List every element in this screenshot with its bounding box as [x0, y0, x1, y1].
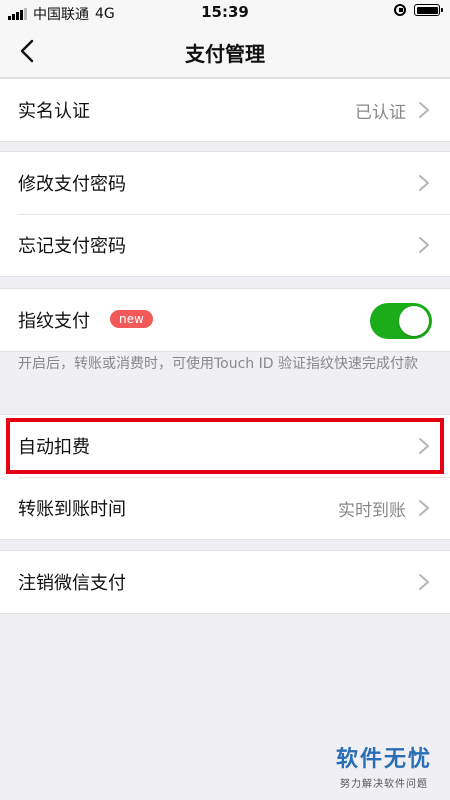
row-cancel-wechat-pay[interactable]: 注销微信支付 — [0, 551, 450, 613]
battery-icon — [414, 4, 443, 16]
chevron-right-icon — [419, 102, 429, 118]
row-fingerprint-pay: 指纹支付 new — [0, 289, 450, 351]
chevron-right-icon — [419, 574, 429, 590]
row-transfer-time[interactable]: 转账到账时间 实时到账 — [0, 477, 450, 539]
watermark-title: 软件无忧 — [335, 747, 432, 772]
row-real-name[interactable]: 实名认证 已认证 — [0, 79, 450, 141]
row-label: 实名认证 — [18, 101, 90, 122]
group-identity: 实名认证 已认证 — [0, 78, 450, 142]
row-label: 注销微信支付 — [18, 573, 126, 594]
group-password: 修改支付密码 忘记支付密码 — [0, 151, 450, 277]
watermark-subtitle: 努力解决软件问题 — [340, 779, 428, 790]
group-cancel: 注销微信支付 — [0, 550, 450, 614]
status-bar: 中国联通 4G 15:39 — [0, 0, 450, 24]
nav-bar: 支付管理 — [0, 24, 450, 78]
toggle-knob — [399, 306, 429, 336]
group-payment-settings: 自动扣费 转账到账时间 实时到账 — [0, 414, 450, 540]
row-change-password[interactable]: 修改支付密码 — [0, 152, 450, 214]
chevron-right-icon — [419, 438, 429, 454]
chevron-right-icon — [419, 237, 429, 253]
watermark: 软件无忧 努力解决软件问题 — [330, 741, 438, 790]
row-label: 自动扣费 — [18, 437, 90, 458]
status-time: 15:39 — [201, 3, 249, 21]
row-value: 已认证 — [355, 103, 406, 123]
chevron-right-icon — [419, 175, 429, 191]
chevron-right-icon — [419, 500, 429, 516]
row-label: 修改支付密码 — [18, 174, 126, 195]
fingerprint-note: 开启后，转账或消费时，可使用Touch ID 验证指纹快速完成付款 — [18, 356, 418, 372]
group-fingerprint: 指纹支付 new — [0, 288, 450, 352]
page-title: 支付管理 — [185, 42, 265, 66]
orientation-lock-icon — [394, 4, 406, 16]
new-badge: new — [110, 310, 153, 328]
row-label: 指纹支付 — [18, 311, 90, 332]
row-label: 忘记支付密码 — [18, 236, 126, 257]
fingerprint-toggle[interactable] — [370, 303, 432, 339]
status-right — [394, 4, 443, 16]
row-value: 实时到账 — [338, 501, 406, 521]
row-label: 转账到账时间 — [18, 499, 126, 520]
row-forgot-password[interactable]: 忘记支付密码 — [0, 214, 450, 276]
row-auto-deduct[interactable]: 自动扣费 — [0, 415, 450, 477]
